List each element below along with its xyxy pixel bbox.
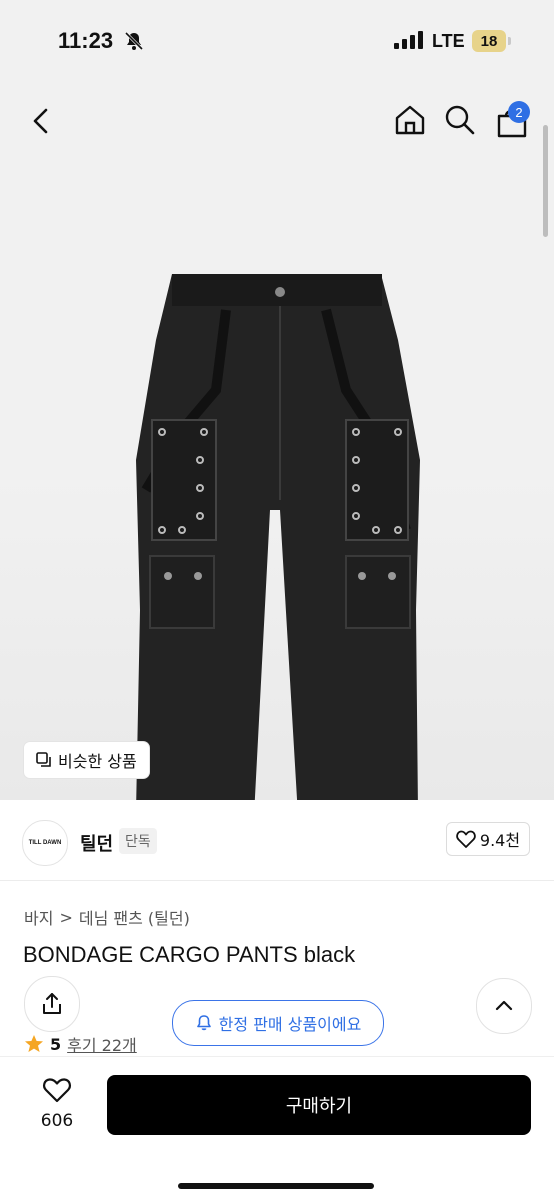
battery-level: 18 [472,30,506,52]
status-time: 11:23 [58,28,114,53]
chevron-up-icon [495,1000,513,1011]
buy-button[interactable]: 구매하기 [107,1075,531,1135]
exclusive-tag: 단독 [119,828,157,854]
network-type: LTE [432,31,465,51]
star-icon [25,1035,43,1052]
status-bar: 11:23 LTE 18 [0,0,554,80]
search-button[interactable] [444,104,476,136]
scroll-indicator [543,125,548,237]
wishlist-count: 606 [40,1111,74,1131]
breadcrumb-item[interactable]: 바지 [24,905,53,929]
copy-icon [36,752,51,767]
cart-count-badge: 2 [508,101,530,123]
rating-score: 5 [50,1034,62,1054]
bell-icon [196,1015,211,1031]
wishlist-button[interactable]: 606 [30,1077,84,1137]
limited-sale-label: 한정 판매 상품이에요 [218,1015,362,1034]
brand-like-button[interactable]: 9.4천 [446,822,530,856]
chevron-left-icon [33,108,48,134]
heart-icon [456,830,476,848]
product-image [136,274,420,800]
similar-products-label: 비슷한 상품 [58,752,137,771]
heart-icon [43,1078,71,1103]
breadcrumb-separator: > [59,907,73,927]
similar-products-button[interactable]: 비슷한 상품 [24,742,149,778]
bell-muted-icon [124,31,144,55]
battery-icon [508,37,511,45]
breadcrumb-item[interactable]: 데님 팬츠 (틸던) [79,905,190,929]
breadcrumb: 바지 > 데님 팬츠 (틸던) [24,905,190,929]
search-icon [445,105,475,135]
product-title: BONDAGE CARGO PANTS black [23,942,356,967]
share-button[interactable] [24,976,80,1032]
rating-row: 5 후기 22개 [24,1032,137,1056]
home-indicator [178,1183,374,1189]
product-image-area[interactable] [0,80,554,800]
brand-logo[interactable]: TILL DAWN [22,820,68,866]
brand-row: TILL DAWN 틸던 단독 9.4천 [0,810,554,872]
review-link[interactable]: 후기 22개 [67,1032,137,1056]
home-icon [395,105,425,135]
brand-like-count: 9.4천 [479,831,521,850]
share-icon [43,993,61,1014]
brand-logo-text: TILL DAWN [28,840,62,846]
limited-sale-notice[interactable]: 한정 판매 상품이에요 [172,1000,384,1046]
scroll-top-button[interactable] [476,978,532,1034]
divider [0,880,554,881]
bottom-action-bar: 606 구매하기 [0,1056,554,1201]
signal-icon [394,31,424,53]
home-button[interactable] [394,104,426,136]
back-button[interactable] [26,104,56,138]
brand-name[interactable]: 틸던 [80,830,113,856]
